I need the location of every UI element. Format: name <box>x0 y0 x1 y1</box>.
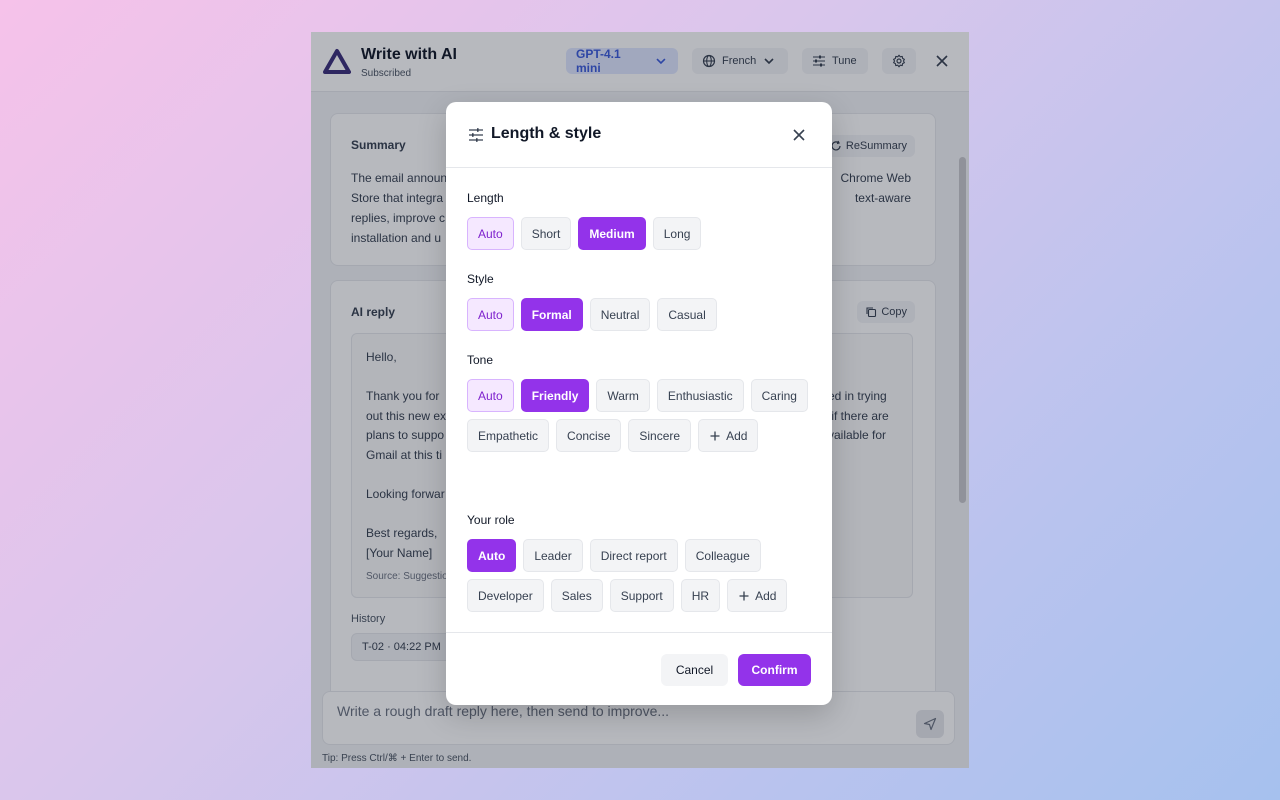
length-option-short[interactable]: Short <box>520 217 572 250</box>
role-option-colleague[interactable]: Colleague <box>684 539 761 572</box>
tone-option-empathetic[interactable]: Empathetic <box>467 419 550 452</box>
tone-options: Auto Friendly Warm Enthusiastic Caring E… <box>467 379 817 452</box>
role-option-support[interactable]: Support <box>609 579 674 612</box>
length-option-long[interactable]: Long <box>652 217 702 250</box>
role-option-developer[interactable]: Developer <box>467 579 544 612</box>
length-style-dialog: Length & style Length Auto Short Medium … <box>446 102 832 705</box>
length-option-auto[interactable]: Auto <box>467 217 514 250</box>
cancel-button[interactable]: Cancel <box>661 654 728 686</box>
role-option-sales[interactable]: Sales <box>550 579 603 612</box>
tone-option-warm[interactable]: Warm <box>596 379 650 412</box>
tone-option-concise[interactable]: Concise <box>556 419 622 452</box>
role-option-auto[interactable]: Auto <box>467 539 517 572</box>
tone-add-label: Add <box>726 428 748 443</box>
role-option-hr[interactable]: HR <box>680 579 721 612</box>
style-option-auto[interactable]: Auto <box>467 298 514 331</box>
dialog-header: Length & style <box>446 102 832 168</box>
confirm-button[interactable]: Confirm <box>738 654 811 686</box>
role-label: Your role <box>467 513 515 527</box>
role-add-button[interactable]: Add <box>727 579 788 612</box>
plus-icon <box>710 431 720 440</box>
tone-add-button[interactable]: Add <box>698 419 759 452</box>
style-option-neutral[interactable]: Neutral <box>589 298 651 331</box>
role-option-direct-report[interactable]: Direct report <box>589 539 678 572</box>
tone-label: Tone <box>467 353 494 367</box>
length-options: Auto Short Medium Long <box>467 217 817 250</box>
tone-option-sincere[interactable]: Sincere <box>628 419 692 452</box>
length-label: Length <box>467 191 504 205</box>
length-option-medium[interactable]: Medium <box>578 217 646 250</box>
tone-option-caring[interactable]: Caring <box>750 379 808 412</box>
sliders-icon <box>469 128 483 142</box>
role-add-label: Add <box>755 588 777 603</box>
role-options: Auto Leader Direct report Colleague Deve… <box>467 539 817 612</box>
tone-option-auto[interactable]: Auto <box>467 379 514 412</box>
style-option-formal[interactable]: Formal <box>520 298 583 331</box>
style-label: Style <box>467 272 494 286</box>
close-icon[interactable] <box>790 126 808 144</box>
style-option-casual[interactable]: Casual <box>657 298 717 331</box>
plus-icon <box>739 591 749 600</box>
style-options: Auto Formal Neutral Casual <box>467 298 817 331</box>
dialog-footer: Cancel Confirm <box>446 632 832 705</box>
tone-option-enthusiastic[interactable]: Enthusiastic <box>656 379 744 412</box>
tone-option-friendly[interactable]: Friendly <box>520 379 590 412</box>
role-option-leader[interactable]: Leader <box>523 539 583 572</box>
dialog-title: Length & style <box>491 125 602 142</box>
